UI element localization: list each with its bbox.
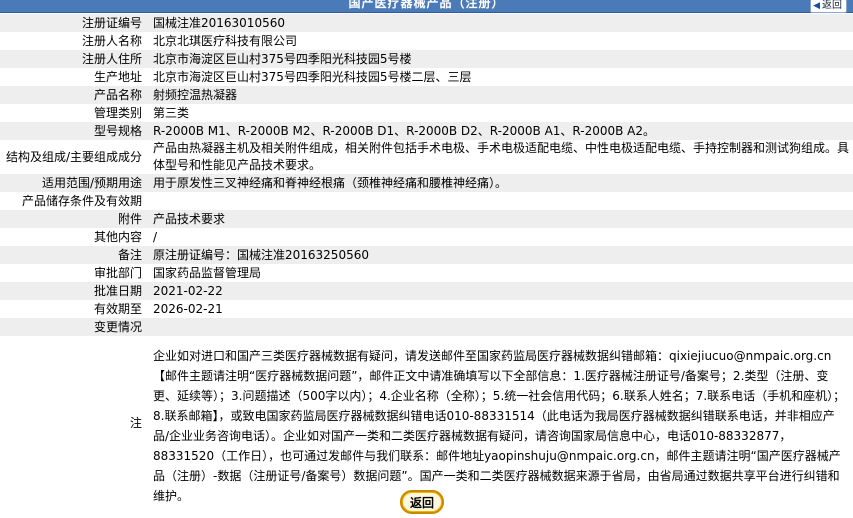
field-value: 国械注准20163010560 (153, 16, 285, 30)
back-button-top[interactable]: ◀ 返回 (810, 0, 847, 13)
field-value (146, 318, 853, 336)
field-value: 北京市海淀区巨山村375号四季阳光科技园5号楼二层、三层 (153, 70, 472, 84)
field-value: R-2000B M1、R-2000B M2、R-2000B D1、R-2000B… (153, 124, 656, 138)
info-row: 适用范围/预期用途 用于原发性三叉神经痛和脊神经根痛（颈椎神经痛和腰椎神经痛）。 (0, 174, 853, 192)
field-label: 管理类别 (93, 106, 142, 120)
field-label: 生产地址 (93, 70, 142, 84)
field-label: 产品名称 (93, 88, 142, 102)
field-label: 注册人名称 (81, 34, 142, 48)
info-row: 批准日期 2021-02-22 (0, 282, 853, 300)
note-label: 注 (129, 416, 142, 430)
field-value: 产品技术要求 (153, 212, 226, 226)
field-value: / (153, 230, 158, 244)
note-row: 注企业如对进口和国产三类医疗器械数据有疑问，请发送邮件至国家药监局医疗器械数据纠… (0, 336, 853, 510)
registration-info-table: 注册证编号 国械注准20163010560 注册人名称 北京北琪医疗科技有限公司 注册人… (0, 14, 853, 510)
field-label: 结构及组成/主要组成成分 (5, 149, 142, 164)
info-row: 注册人名称 北京北琪医疗科技有限公司 (0, 32, 853, 50)
field-label: 产品储存条件及有效期 (21, 194, 142, 208)
field-label: 注册人住所 (81, 52, 142, 66)
info-row: 产品储存条件及有效期 (0, 192, 853, 210)
back-button-bottom-label: 返回 (403, 493, 441, 511)
field-label: 审批部门 (93, 266, 142, 280)
field-value: 原注册证编号：国械注准20163250560 (153, 248, 369, 262)
field-label: 有效期至 (93, 302, 142, 316)
field-value: 2026-02-21 (153, 302, 223, 316)
info-row: 产品名称 射频控温热凝器 (0, 86, 853, 104)
field-value: 射频控温热凝器 (153, 88, 238, 102)
info-row: 变更情况 (0, 318, 853, 336)
back-button-bottom[interactable]: 返回 (400, 490, 444, 514)
field-label: 批准日期 (93, 284, 142, 298)
field-value: 北京北琪医疗科技有限公司 (153, 34, 298, 48)
field-label: 适用范围/预期用途 (41, 176, 142, 190)
field-label: 附件 (117, 212, 142, 226)
info-row: 附件 产品技术要求 (0, 210, 853, 228)
info-row: 审批部门 国家药品监督管理局 (0, 264, 853, 282)
back-arrow-icon: ◀ (813, 1, 820, 11)
field-value: 产品由热凝器主机及相关附件组成，相关附件包括手术电极、手术电极适配电缆、中性电极… (153, 141, 850, 172)
info-row: 型号规格 R-2000B M1、R-2000B M2、R-2000B D1、R-2… (0, 122, 853, 140)
back-button-label: 返回 (822, 0, 842, 11)
field-label: 备注 (117, 248, 142, 262)
field-value: 用于原发性三叉神经痛和脊神经根痛（颈椎神经痛和腰椎神经痛）。 (153, 176, 508, 190)
field-value: 国家药品监督管理局 (153, 266, 262, 280)
field-label: 型号规格 (93, 124, 142, 138)
page-header-bar: 国产医疗器械产品（注册） ◀ 返回 (0, 0, 853, 13)
field-label: 变更情况 (93, 320, 142, 334)
field-value: 北京市海淀区巨山村375号四季阳光科技园5号楼 (153, 52, 412, 66)
info-row: 注册证编号 国械注准20163010560 (0, 14, 853, 32)
field-value (146, 192, 853, 210)
info-row: 注册人住所 北京市海淀区巨山村375号四季阳光科技园5号楼 (0, 50, 853, 68)
field-value: 第三类 (153, 106, 190, 120)
info-row: 其他内容 / (0, 228, 853, 246)
field-label: 注册证编号 (81, 16, 142, 30)
note-text: 企业如对进口和国产三类医疗器械数据有疑问，请发送邮件至国家药监局医疗器械数据纠错… (153, 349, 846, 503)
info-row: 备注 原注册证编号：国械注准20163250560 (0, 246, 853, 264)
info-row: 有效期至 2026-02-21 (0, 300, 853, 318)
page-title: 国产医疗器械产品（注册） (348, 0, 505, 10)
field-label: 其他内容 (93, 230, 142, 244)
info-row: 生产地址 北京市海淀区巨山村375号四季阳光科技园5号楼二层、三层 (0, 68, 853, 86)
field-value: 2021-02-22 (153, 284, 223, 298)
info-row: 管理类别 第三类 (0, 104, 853, 122)
info-row: 结构及组成/主要组成成分 产品由热凝器主机及相关附件组成，相关附件包括手术电极、手… (0, 140, 853, 174)
